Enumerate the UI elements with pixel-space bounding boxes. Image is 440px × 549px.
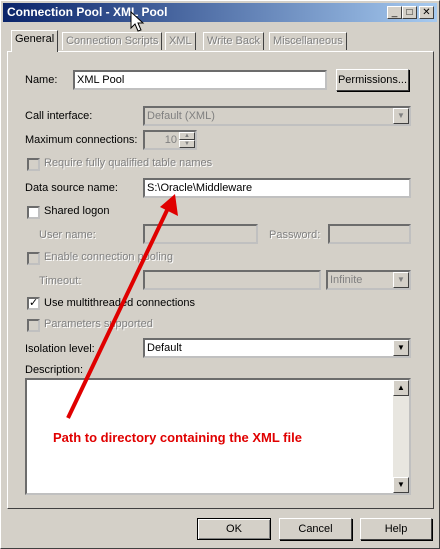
isolation-label: Isolation level:	[25, 343, 95, 355]
user-name-input[interactable]	[143, 224, 258, 244]
call-interface-value: Default (XML)	[147, 110, 215, 122]
isolation-value: Default	[147, 342, 182, 354]
password-input[interactable]	[328, 224, 411, 244]
stepper-down-icon[interactable]: ▼	[179, 140, 195, 148]
close-icon[interactable]: ✕	[419, 6, 434, 19]
enable-pooling-checkbox[interactable]	[27, 252, 40, 265]
call-interface-select[interactable]: Default (XML) ▼	[143, 106, 411, 126]
password-label: Password:	[269, 229, 321, 241]
timeout-unit-value: Infinite	[330, 274, 363, 286]
data-source-input[interactable]: S:\Oracle\Middleware	[143, 178, 411, 198]
connection-pool-dialog: Connection Pool - XML Pool _ □ ✕ General…	[0, 0, 440, 549]
call-interface-label: Call interface:	[25, 110, 93, 122]
parameters-checkbox[interactable]	[27, 319, 40, 332]
max-connections-value: 10	[164, 134, 177, 146]
tab-general[interactable]: General	[11, 30, 59, 52]
tab-connection-scripts[interactable]: Connection Scripts	[62, 32, 163, 50]
parameters-label: Parameters supported	[44, 318, 153, 330]
require-qualified-label: Require fully qualified table names	[44, 157, 213, 169]
description-scrollbar[interactable]: ▲ ▼	[393, 380, 409, 493]
multithreaded-checkbox[interactable]: ✓	[27, 297, 40, 310]
name-input[interactable]: XML Pool	[73, 70, 327, 90]
timeout-input[interactable]	[143, 270, 321, 290]
title-bar: Connection Pool - XML Pool _ □ ✕	[3, 3, 437, 22]
user-name-label: User name:	[39, 229, 96, 241]
description-label: Description:	[25, 364, 84, 376]
ok-button[interactable]: OK	[197, 518, 271, 540]
enable-pooling-label: Enable connection pooling	[44, 251, 174, 263]
chevron-down-icon[interactable]: ▼	[393, 108, 409, 124]
timeout-label: Timeout:	[39, 275, 82, 287]
data-source-label: Data source name:	[25, 182, 118, 194]
window-title: Connection Pool - XML Pool	[7, 5, 168, 19]
shared-logon-checkbox[interactable]	[27, 206, 40, 219]
chevron-down-icon[interactable]: ▼	[393, 340, 409, 356]
permissions-button[interactable]: Permissions...	[336, 69, 409, 91]
isolation-select[interactable]: Default ▼	[143, 338, 411, 358]
tab-write-back[interactable]: Write Back	[203, 32, 264, 50]
chevron-down-icon[interactable]: ▼	[393, 272, 409, 288]
tab-xml[interactable]: XML	[165, 32, 196, 50]
tab-miscellaneous[interactable]: Miscellaneous	[269, 32, 347, 50]
scroll-up-icon[interactable]: ▲	[393, 380, 409, 396]
maximize-icon[interactable]: □	[402, 6, 417, 19]
scroll-down-icon[interactable]: ▼	[393, 477, 409, 493]
stepper-up-icon[interactable]: ▲	[179, 132, 195, 140]
max-connections-label: Maximum connections:	[25, 134, 138, 146]
name-label: Name:	[25, 74, 58, 86]
timeout-unit-select[interactable]: Infinite ▼	[326, 270, 411, 290]
require-qualified-checkbox[interactable]	[27, 158, 40, 171]
annotation-text: Path to directory containing the XML fil…	[53, 430, 302, 445]
help-button[interactable]: Help	[360, 518, 432, 540]
shared-logon-label: Shared logon	[44, 205, 110, 217]
multithreaded-label: Use multithreaded connections	[44, 297, 196, 309]
cancel-button[interactable]: Cancel	[279, 518, 352, 540]
max-connections-stepper[interactable]: 10 ▲ ▼	[143, 130, 197, 150]
minimize-icon[interactable]: _	[387, 6, 402, 19]
